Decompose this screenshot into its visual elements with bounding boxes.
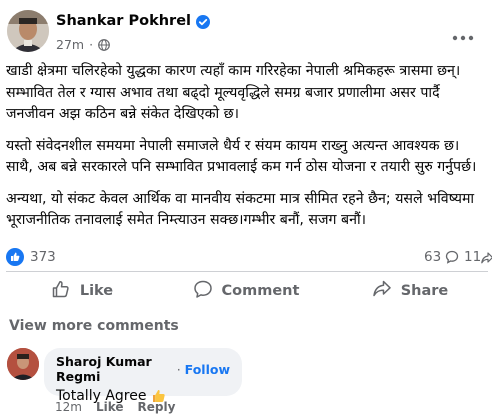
- author-name[interactable]: Shankar Pokhrel: [56, 13, 191, 29]
- comment-button[interactable]: Comment: [164, 273, 328, 309]
- verified-badge-icon: [196, 14, 211, 29]
- like-reaction-icon[interactable]: [6, 248, 24, 266]
- post-paragraph: अन्यथा, यो संकट केवल आर्थिक वा मानवीय सं…: [6, 190, 475, 229]
- comment-count[interactable]: 63: [424, 249, 441, 265]
- commenter-avatar[interactable]: [7, 348, 39, 380]
- post-paragraph: खाडी क्षेत्रमा चलिरहेको युद्धका कारण त्य…: [6, 63, 461, 122]
- comment-reply-button[interactable]: Reply: [138, 400, 176, 414]
- comment-like-button[interactable]: Like: [96, 400, 124, 414]
- post-action-bar: Like Comment Share: [0, 273, 492, 309]
- reaction-count[interactable]: 373: [30, 249, 56, 265]
- follow-separator: ·: [176, 361, 181, 377]
- view-more-comments-link[interactable]: View more comments: [9, 318, 179, 334]
- reactions-summary: 373 63 11: [0, 246, 492, 270]
- commenter-name[interactable]: Sharoj Kumar Regmi: [56, 354, 173, 384]
- like-button[interactable]: Like: [0, 273, 164, 309]
- share-button[interactable]: Share: [328, 273, 492, 309]
- comment-actions: 12m Like Reply: [55, 400, 175, 414]
- post-paragraph: यस्तो संवेदनशील समयमा नेपाली समाजले धैर्…: [6, 137, 477, 176]
- post-header: Shankar Pokhrel 27m ·: [0, 0, 492, 60]
- thumbs-up-icon: [51, 279, 71, 303]
- post-timestamp[interactable]: 27m: [56, 37, 84, 52]
- globe-icon[interactable]: [98, 38, 110, 51]
- share-count[interactable]: 11: [464, 249, 481, 265]
- comment-icon: [193, 279, 213, 303]
- share-label: Share: [400, 283, 449, 299]
- comment-bubble-icon: [445, 249, 459, 264]
- like-label: Like: [79, 283, 114, 299]
- meta-separator: ·: [89, 37, 94, 52]
- share-arrow-icon: [481, 250, 492, 264]
- comment-bubble: Sharoj Kumar Regmi · Follow Totally Agre…: [44, 348, 242, 404]
- post-body: खाडी क्षेत्रमा चलिरहेको युद्धका कारण त्य…: [6, 61, 488, 242]
- comment-time[interactable]: 12m: [55, 400, 82, 414]
- share-icon: [372, 279, 392, 303]
- divider: [6, 271, 488, 272]
- follow-button[interactable]: Follow: [185, 362, 230, 377]
- comment-label: Comment: [221, 283, 300, 299]
- author-avatar[interactable]: [7, 10, 49, 52]
- more-options-icon[interactable]: [452, 28, 474, 41]
